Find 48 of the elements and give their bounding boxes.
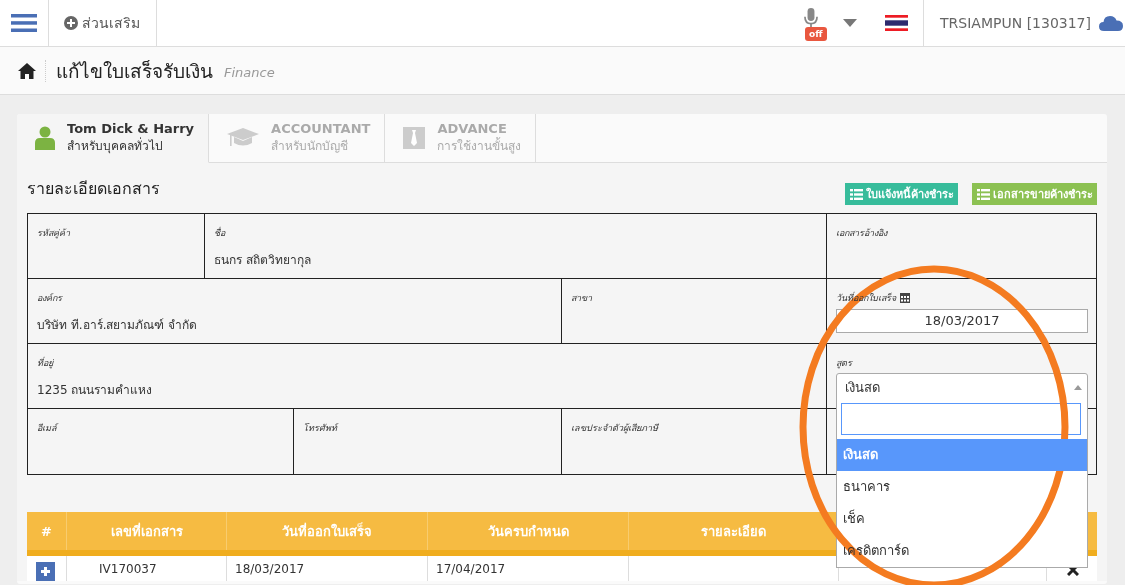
status-badge: off <box>805 27 827 41</box>
select-field[interactable]: เงินสด <box>836 373 1088 401</box>
page-title: แก้ไขใบเสร็จรับเงิน <box>56 58 213 84</box>
home-icon[interactable] <box>18 62 36 79</box>
field-label: รหัสคู่ค้า <box>37 227 70 240</box>
field-label: ชื่อ <box>214 226 225 240</box>
search-field[interactable] <box>841 403 1081 435</box>
column-header: รายละเอียด <box>701 522 766 541</box>
table-cell: 18/03/2017 <box>226 556 427 581</box>
user-name[interactable]: TRSIAMPUN [130317] <box>940 15 1091 31</box>
field-label: อีเมล์ <box>37 422 57 435</box>
addons-link[interactable]: ส่วนเสริม <box>49 0 157 46</box>
caret-down-icon[interactable] <box>843 19 858 27</box>
field-label: สูตร <box>836 357 852 370</box>
field-label: สาขา <box>571 292 592 305</box>
section-title: รายละเอียดเอกสาร <box>27 177 160 200</box>
person-icon <box>35 126 55 150</box>
column-header: เลขที่เอกสาร <box>110 521 183 541</box>
tie-icon <box>403 127 426 149</box>
caret-up-icon <box>1074 384 1082 390</box>
table-cell: 17/04/2017 <box>427 556 628 581</box>
field-label: ที่อยู่ <box>37 356 53 370</box>
date-field[interactable]: 18/03/2017 <box>836 309 1088 333</box>
flag-icon[interactable] <box>885 15 909 31</box>
column-header: # <box>41 523 52 539</box>
field-value: ธนกร สถิตวิทยากุล <box>214 252 312 269</box>
field-label: เอกสารอ้างอิง <box>836 227 887 240</box>
field-label: เลขประจำตัวผู้เสียภาษี <box>571 422 658 435</box>
dropdown-option[interactable]: เช็ค <box>837 503 1087 535</box>
plus-circle-icon <box>64 16 78 30</box>
microphone-icon[interactable] <box>804 8 819 27</box>
list-icon <box>850 188 863 200</box>
tab[interactable]: Tom Dick & Harry สำหรับบุคคลทั่วไป <box>17 114 210 163</box>
column-header: วันที่ออกใบเสร็จ <box>282 521 372 541</box>
table-cell: IV170037 <box>66 556 226 581</box>
field-label: องค์กร <box>37 292 62 305</box>
graduation-cap-icon <box>227 128 260 148</box>
field-label: โทรศัพท์ <box>303 422 337 435</box>
page-subtitle: Finance <box>224 65 275 80</box>
dropdown-option[interactable]: ธนาคาร <box>837 471 1087 503</box>
list-icon <box>977 188 990 200</box>
expand-plus-icon[interactable] <box>36 562 55 581</box>
cloud-icon[interactable] <box>1099 15 1123 31</box>
menu-icon[interactable] <box>11 13 37 33</box>
field-value: บริษัท ที.อาร์.สยามภัณฑ์ จำกัด <box>37 317 199 334</box>
column-header: วันครบกำหนด <box>487 522 569 541</box>
field-value: 1235 ถนนรามคำแหง <box>37 382 154 399</box>
calendar-icon <box>900 293 910 303</box>
